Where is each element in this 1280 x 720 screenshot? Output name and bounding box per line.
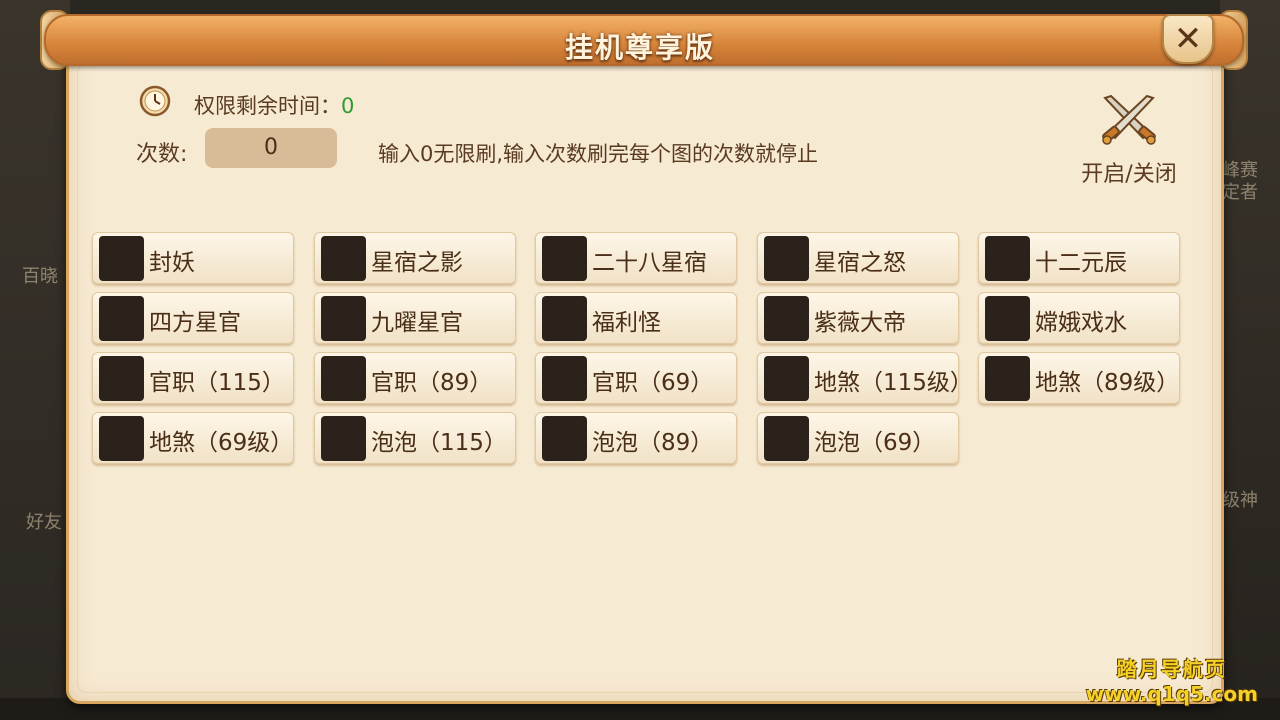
count-input[interactable]: 0 <box>205 128 337 168</box>
map-option-label: 地煞（89级） <box>1035 370 1179 396</box>
checkbox[interactable] <box>985 236 1030 281</box>
map-option-label: 官职（115） <box>149 370 285 396</box>
map-option[interactable]: 泡泡（115） <box>314 412 516 464</box>
close-icon: ✕ <box>1173 19 1203 59</box>
map-option-label: 泡泡（89） <box>592 430 714 456</box>
map-option[interactable]: 福利怪 <box>535 292 737 344</box>
checkbox[interactable] <box>99 416 144 461</box>
checkbox[interactable] <box>764 416 809 461</box>
remaining-time-label: 权限剩余时间： <box>194 94 341 118</box>
map-option[interactable]: 九曜星官 <box>314 292 516 344</box>
remaining-time-row: 权限剩余时间：0 <box>194 90 354 120</box>
map-option-label: 官职（69） <box>592 370 714 396</box>
map-option-label: 九曜星官 <box>371 310 463 336</box>
map-option-label: 地煞（69级） <box>149 430 293 456</box>
checkbox[interactable] <box>99 236 144 281</box>
map-option-label: 十二元辰 <box>1035 250 1127 276</box>
watermark-url: www.q1q5.com <box>1085 682 1258 706</box>
map-option[interactable]: 官职（115） <box>92 352 294 404</box>
watermark-name: 踏月导航页 <box>1116 657 1227 681</box>
map-option-label: 福利怪 <box>592 310 661 336</box>
remaining-time-value: 0 <box>341 94 355 118</box>
checkbox[interactable] <box>542 296 587 341</box>
checkbox[interactable] <box>542 236 587 281</box>
crossed-swords-icon <box>1102 94 1156 145</box>
checkbox[interactable] <box>321 416 366 461</box>
map-option-label: 二十八星宿 <box>592 250 707 276</box>
checkbox[interactable] <box>321 296 366 341</box>
map-option-label: 嫦娥戏水 <box>1035 310 1127 336</box>
map-option[interactable]: 官职（69） <box>535 352 737 404</box>
count-hint-text: 输入0无限刷,输入次数刷完每个图的次数就停止 <box>378 142 819 166</box>
close-button[interactable]: ✕ <box>1162 14 1214 64</box>
checkbox[interactable] <box>99 356 144 401</box>
map-option-label: 星宿之怒 <box>814 250 906 276</box>
site-watermark: 踏月导航页 www.q1q5.com <box>1086 653 1258 706</box>
map-option[interactable]: 星宿之影 <box>314 232 516 284</box>
map-option-grid: 封妖 星宿之影 二十八星宿 星宿之怒 十二元辰 四方星官 九曜星官 福利怪 紫薇… <box>92 232 1192 472</box>
background-text: 定者 <box>1222 182 1258 203</box>
map-option[interactable]: 二十八星宿 <box>535 232 737 284</box>
map-option[interactable]: 封妖 <box>92 232 294 284</box>
checkbox[interactable] <box>764 356 809 401</box>
map-option-label: 地煞（115级） <box>814 370 958 396</box>
map-option[interactable]: 地煞（89级） <box>978 352 1180 404</box>
checkbox[interactable] <box>99 296 144 341</box>
map-option[interactable]: 泡泡（69） <box>757 412 959 464</box>
checkbox[interactable] <box>542 356 587 401</box>
background-left <box>0 0 70 720</box>
map-option[interactable]: 嫦娥戏水 <box>978 292 1180 344</box>
map-option[interactable]: 地煞（69级） <box>92 412 294 464</box>
toggle-afk-button[interactable]: 开启/关闭 <box>1064 92 1194 192</box>
map-option[interactable]: 十二元辰 <box>978 232 1180 284</box>
background-text: 好友 <box>26 512 62 533</box>
map-option[interactable]: 四方星官 <box>92 292 294 344</box>
map-option[interactable]: 星宿之怒 <box>757 232 959 284</box>
map-option-label: 泡泡（69） <box>814 430 936 456</box>
checkbox[interactable] <box>764 236 809 281</box>
checkbox[interactable] <box>985 296 1030 341</box>
map-option-label: 四方星官 <box>149 310 241 336</box>
map-option-label: 泡泡（115） <box>371 430 507 456</box>
checkbox[interactable] <box>321 236 366 281</box>
checkbox[interactable] <box>764 296 809 341</box>
map-option[interactable]: 泡泡（89） <box>535 412 737 464</box>
checkbox[interactable] <box>542 416 587 461</box>
background-text: 级神 <box>1222 490 1258 511</box>
map-option-label: 官职（89） <box>371 370 493 396</box>
map-option-label: 封妖 <box>149 250 195 276</box>
dialog-title: 挂机尊享版 <box>564 31 715 64</box>
map-option[interactable]: 地煞（115级） <box>757 352 959 404</box>
toggle-label: 开启/关闭 <box>1081 162 1177 187</box>
checkbox[interactable] <box>985 356 1030 401</box>
checkbox[interactable] <box>321 356 366 401</box>
background-text: 百晓 <box>22 266 58 287</box>
count-label: 次数: <box>136 142 188 167</box>
map-option-label: 紫薇大帝 <box>814 310 906 336</box>
map-option[interactable]: 官职（89） <box>314 352 516 404</box>
background-right <box>1220 0 1280 720</box>
map-option[interactable]: 紫薇大帝 <box>757 292 959 344</box>
map-option-label: 星宿之影 <box>371 250 463 276</box>
clock-icon <box>139 85 171 117</box>
